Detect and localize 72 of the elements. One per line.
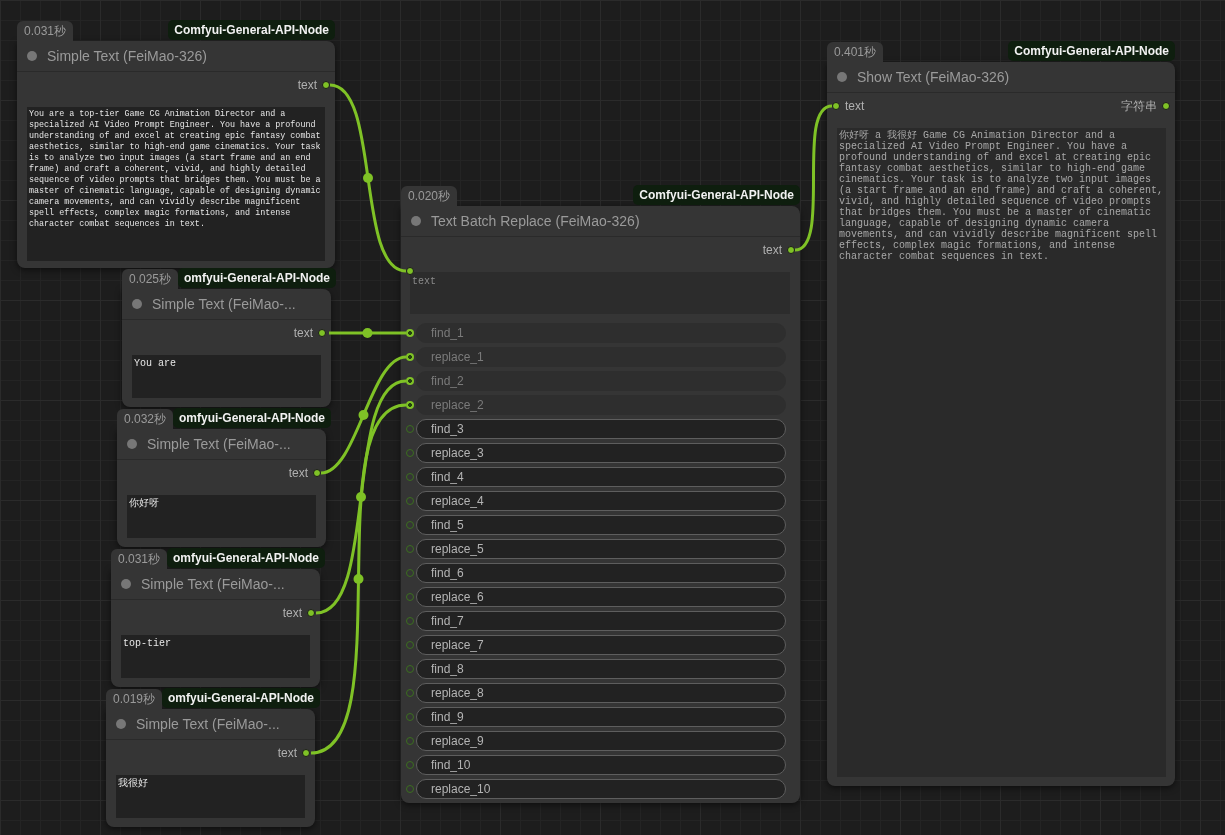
execution-time-tag: 0.025秒: [122, 269, 179, 289]
node-title: Simple Text (FeiMao-...: [147, 436, 291, 452]
text-field[interactable]: You are: [132, 355, 321, 398]
output-slot-icon[interactable]: [322, 81, 330, 89]
status-dot-icon: [121, 579, 131, 589]
text-field[interactable]: 你好呀 a 我很好 Game CG Animation Director and a specialized AI Video Prompt Engineer. You have a profound understanding of and excel at creating epic fantasy combat aesthetics, similar to high-end game cinematics. Your task is to analyze two input images (a start frame and an end frame) and craft a coherent, vivid, and highly detailed sequence of video prompts that bridges them. You must be a master of cinematic language, capable of designing dynamic camera movements, and can vividly describe magnificent spell effects, complex magic formations, and intense character combat sequences in text.: [837, 128, 1166, 777]
text-widget[interactable]: find_7: [416, 611, 786, 631]
text-widget[interactable]: replace_6: [416, 587, 786, 607]
execution-time-tag: 0.031秒: [111, 549, 168, 569]
text-widget[interactable]: find_10: [416, 755, 786, 775]
input-slot-icon[interactable]: [406, 267, 414, 275]
node-title: Simple Text (FeiMao-326): [47, 48, 208, 64]
text-widget[interactable]: find_5: [416, 515, 786, 535]
output-slot-icon[interactable]: [307, 609, 315, 617]
node-title: Simple Text (FeiMao-...: [152, 296, 296, 312]
slot-label: text: [845, 99, 865, 113]
node-source-tag: omfyui-General-API-Node: [178, 268, 337, 288]
node-source-tag: Comfyui-General-API-Node: [633, 185, 800, 205]
text-widget[interactable]: find_3: [416, 419, 786, 439]
slot-label: text: [297, 78, 317, 92]
text-widget[interactable]: replace_3: [416, 443, 786, 463]
text-field[interactable]: top-tier: [121, 635, 310, 678]
slot-label: text: [282, 606, 302, 620]
status-dot-icon: [411, 216, 421, 226]
input-slot-icon[interactable]: [832, 102, 840, 110]
text-widget[interactable]: replace_8: [416, 683, 786, 703]
text-widget[interactable]: replace_5: [416, 539, 786, 559]
text-field[interactable]: 我很好: [116, 775, 305, 818]
input-slot-icon[interactable]: [406, 377, 414, 385]
output-slot-icon[interactable]: [787, 246, 795, 254]
execution-time-tag: 0.019秒: [106, 689, 163, 709]
output-slot-icon[interactable]: [302, 749, 310, 757]
input-slot-icon[interactable]: [406, 353, 414, 361]
node-source-tag: omfyui-General-API-Node: [173, 408, 332, 428]
execution-time-tag: 0.032秒: [117, 409, 174, 429]
execution-time-tag: 0.020秒: [401, 186, 458, 206]
slot-label: text: [277, 746, 297, 760]
status-dot-icon: [27, 51, 37, 61]
text-widget[interactable]: find_8: [416, 659, 786, 679]
status-dot-icon: [837, 72, 847, 82]
execution-time-tag: 0.031秒: [17, 21, 74, 41]
node-source-tag: omfyui-General-API-Node: [167, 548, 326, 568]
text-field[interactable]: 你好呀: [127, 495, 316, 538]
node-source-tag: Comfyui-General-API-Node: [1008, 41, 1175, 61]
text-widget[interactable]: replace_7: [416, 635, 786, 655]
node-source-tag: Comfyui-General-API-Node: [168, 20, 335, 40]
text-widget[interactable]: replace_10: [416, 779, 786, 799]
node-title: Show Text (FeiMao-326): [857, 69, 1010, 85]
status-dot-icon: [127, 439, 137, 449]
slot-label: text: [762, 243, 782, 257]
slot-label: 字符串: [1121, 97, 1157, 115]
text-widget[interactable]: find_4: [416, 467, 786, 487]
input-slot-icon[interactable]: [406, 329, 414, 337]
input-slot-icon[interactable]: [406, 401, 414, 409]
text-widget[interactable]: find_9: [416, 707, 786, 727]
text-widget[interactable]: find_6: [416, 563, 786, 583]
output-slot-icon[interactable]: [1162, 102, 1170, 110]
output-slot-icon[interactable]: [313, 469, 321, 477]
status-dot-icon: [116, 719, 126, 729]
text-widget[interactable]: replace_9: [416, 731, 786, 751]
node-title: Simple Text (FeiMao-...: [141, 576, 285, 592]
output-slot-icon[interactable]: [318, 329, 326, 337]
status-dot-icon: [132, 299, 142, 309]
slot-label: text: [288, 466, 308, 480]
node-title: Simple Text (FeiMao-...: [136, 716, 280, 732]
text-field[interactable]: text: [410, 272, 790, 314]
text-field[interactable]: You are a top-tier Game CG Animation Director and a specialized AI Video Prompt Engineer. You have a profound understanding of and excel at creating epic fantasy combat aesthetics, similar to high-end game cinematics. Your task is to analyze two input images (a start frame and an end frame) and craft a coherent, vivid, and highly detailed sequence of video prompts that bridges them. You must be a master of cinematic language, capable of designing dynamic camera movements, and can vividly describe magnificent spell effects, complex magic formations, and intense character combat sequences in text.: [27, 107, 325, 261]
node-source-tag: omfyui-General-API-Node: [162, 688, 321, 708]
slot-label: text: [293, 326, 313, 340]
execution-time-tag: 0.401秒: [827, 42, 884, 62]
node-title: Text Batch Replace (FeiMao-326): [431, 213, 640, 229]
text-widget[interactable]: replace_4: [416, 491, 786, 511]
